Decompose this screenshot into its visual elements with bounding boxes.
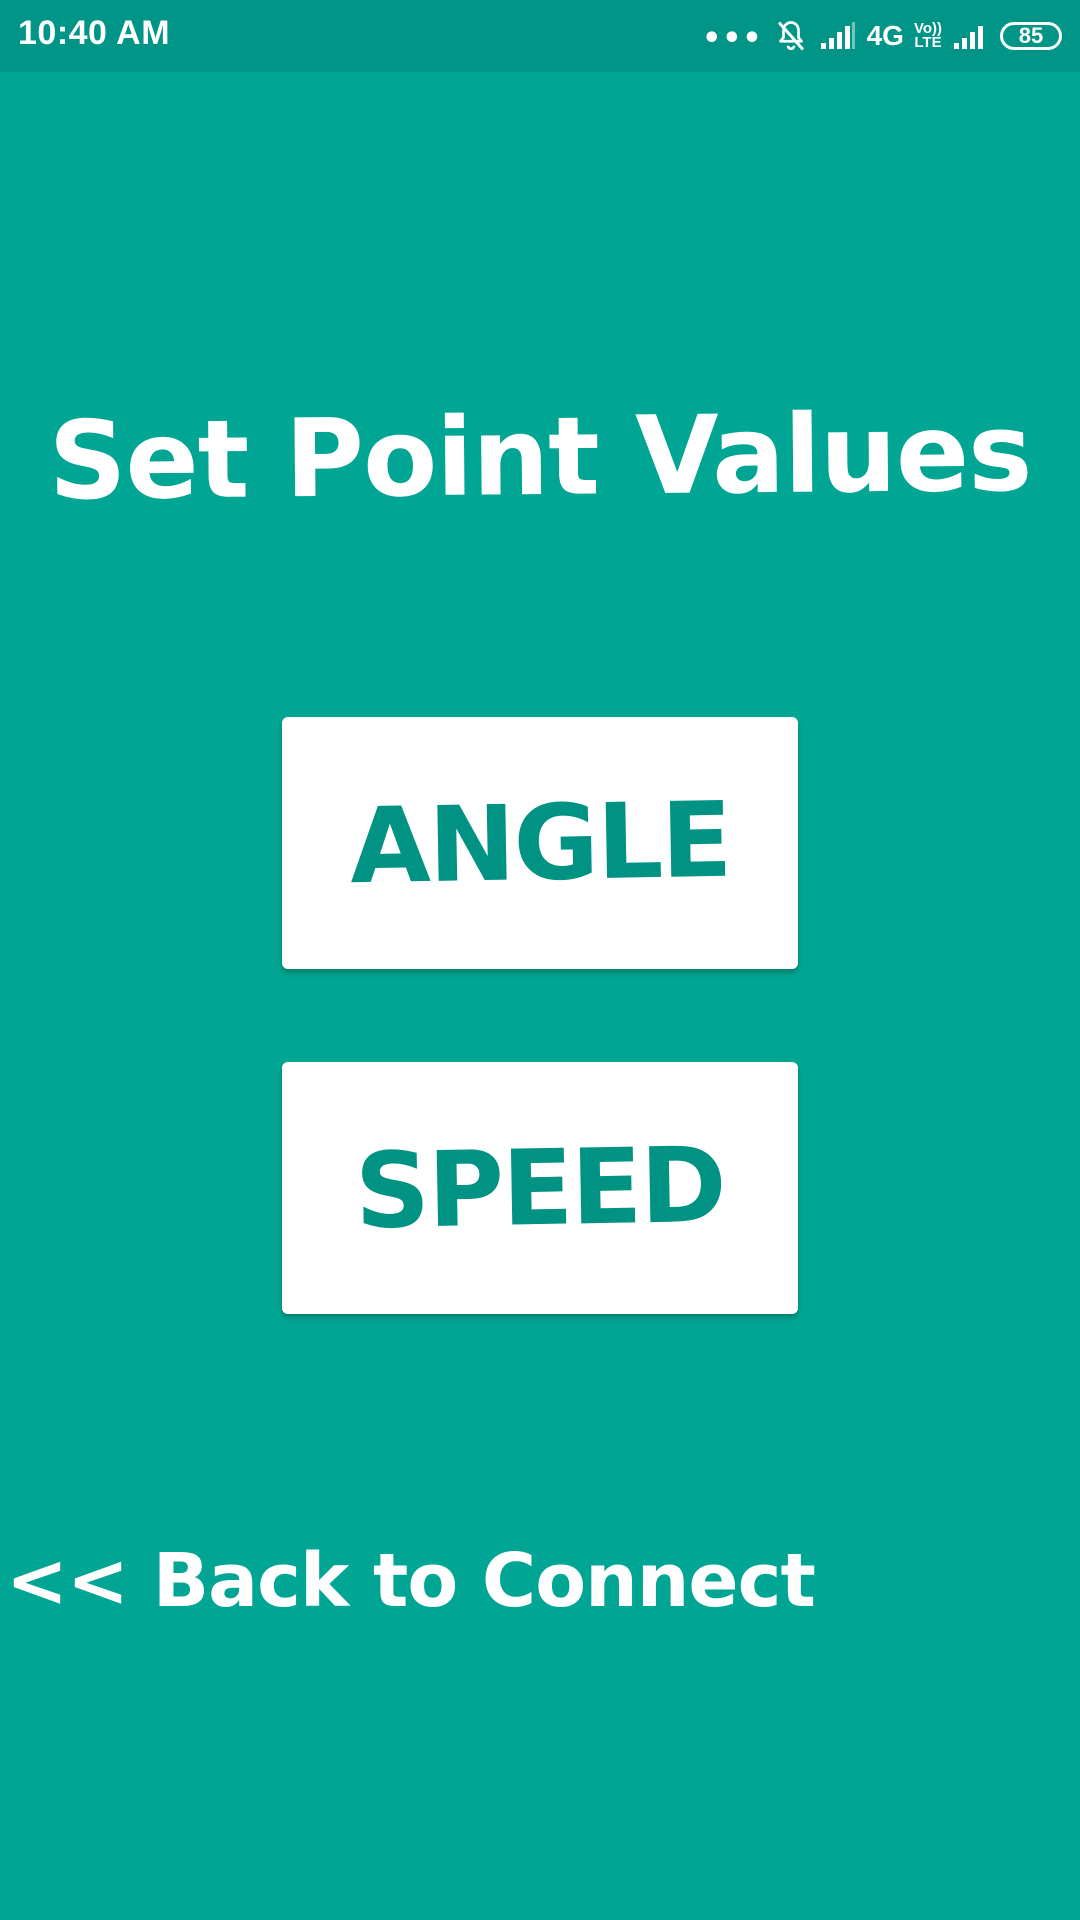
page-title: Set Point Values xyxy=(48,390,1032,525)
signal-icon xyxy=(819,21,857,51)
back-to-connect-link[interactable]: << Back to Connect xyxy=(6,1538,816,1624)
volte-icon: Vo)) LTE xyxy=(914,21,942,51)
signal-icon-2 xyxy=(952,21,990,51)
bell-muted-icon xyxy=(773,18,809,54)
angle-button-label: ANGLE xyxy=(348,778,732,908)
status-bar: 10:40 AM ••• 4G Vo)) LTE 85 xyxy=(0,0,1080,72)
battery-level: 85 xyxy=(1018,23,1044,48)
battery-icon: 85 xyxy=(1000,22,1062,50)
status-time: 10:40 AM xyxy=(18,14,171,52)
speed-button-label: SPEED xyxy=(354,1123,726,1253)
status-icons: ••• 4G Vo)) LTE 85 xyxy=(702,14,1062,58)
speed-button[interactable]: SPEED xyxy=(282,1062,798,1314)
volte-bottom-label: LTE xyxy=(914,34,942,51)
angle-button[interactable]: ANGLE xyxy=(282,717,798,969)
network-type-label: 4G xyxy=(866,20,904,51)
more-dots-icon: ••• xyxy=(702,21,763,56)
